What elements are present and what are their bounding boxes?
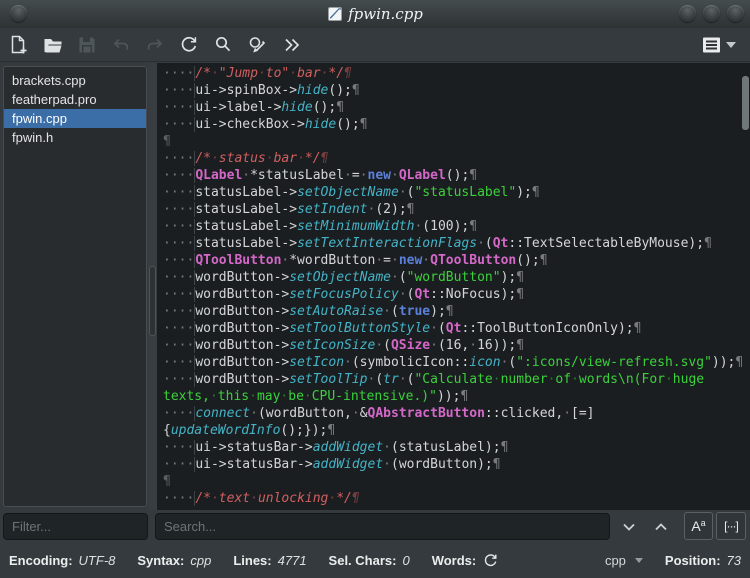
new-document-icon [8, 34, 30, 56]
save-button [74, 32, 100, 58]
file-item[interactable]: fpwin.h [4, 128, 146, 147]
code-line: ····wordButton->setIconSize·(QSize·(16,·… [163, 338, 525, 353]
code-line: ····wordButton->setToolTip·(tr·("Calcula… [163, 372, 705, 387]
code-line: ····/*·text·unlocking·*/¶ [163, 491, 360, 506]
redo-arrow-icon [144, 34, 166, 56]
syntax-combobox[interactable]: cpp [605, 553, 643, 568]
code-line: ····statusLabel->setIndent·(2);¶ [163, 202, 415, 217]
code-line: ····/*·status·bar·*/¶ [163, 151, 329, 166]
search-button[interactable] [210, 32, 236, 58]
window-title: fpwin.cpp [327, 5, 423, 23]
titlebar: fpwin.cpp [0, 0, 750, 28]
undo-button [108, 32, 134, 58]
search-input[interactable] [155, 513, 610, 540]
toolbar [0, 28, 750, 62]
find-replace-button[interactable] [244, 32, 270, 58]
find-previous-button[interactable] [648, 514, 674, 540]
chevron-down-icon [621, 519, 637, 535]
splitter-grip[interactable] [149, 266, 156, 336]
code-line: ····wordButton->setIcon·(symbolicIcon::i… [163, 355, 744, 370]
hamburger-menu-icon [701, 35, 722, 55]
file-item[interactable]: brackets.cpp [4, 71, 146, 90]
code-line: ····ui->statusBar->addWidget·(wordButton… [163, 457, 501, 472]
code-line: ····wordButton->setToolButtonStyle·(Qt::… [163, 321, 642, 336]
status-bar: Encoding: UTF-8 Syntax: cpp Lines: 4771 … [0, 542, 750, 578]
app-icon [327, 6, 343, 22]
code-line: ¶ [163, 474, 171, 489]
code-line: ····ui->statusBar->addWidget·(statusLabe… [163, 440, 509, 455]
code-line: ····statusLabel->setTextInteractionFlags… [163, 236, 712, 251]
splitter-handle[interactable] [148, 63, 157, 510]
selected-chars-status: Sel. Chars: 0 [328, 552, 410, 568]
editor-scrollbar-thumb[interactable] [742, 76, 749, 130]
find-next-button[interactable] [616, 514, 642, 540]
code-line: ····ui->spinBox->hide();¶ [163, 83, 360, 98]
code-line: ····statusLabel->setMinimumWidth·(100);¶ [163, 219, 478, 234]
toolbar-buttons [6, 32, 304, 58]
whole-word-icon: [···] [724, 519, 739, 533]
code-line: texts,·this·may·be·CPU-intensive.)"));¶ [163, 389, 469, 404]
syntax-status: Syntax: cpp [137, 552, 212, 568]
magnifier-icon [212, 34, 234, 56]
open-file-button[interactable] [40, 32, 66, 58]
match-case-button[interactable]: Aa [684, 512, 713, 540]
open-folder-icon [42, 34, 64, 56]
file-item[interactable]: fpwin.cpp [4, 109, 146, 128]
double-chevron-right-icon [280, 34, 302, 56]
reload-button[interactable] [176, 32, 202, 58]
window-close-button[interactable] [727, 5, 744, 22]
window-maximize-button[interactable] [703, 5, 720, 22]
code-line: ····wordButton->setAutoRaise·(true);¶ [163, 304, 454, 319]
code-line: ····QToolButton·*wordButton·=·new·QToolB… [163, 253, 548, 268]
code-line: ····/*·"Jump·to"·bar·*/¶ [163, 66, 352, 81]
refresh-words-button[interactable] [482, 552, 499, 569]
file-list: brackets.cpp featherpad.pro fpwin.cpp fpwin… [3, 66, 147, 507]
code-line: ····statusLabel->setObjectName·("statusL… [163, 185, 540, 200]
words-status: Words: [432, 552, 500, 569]
chevron-down-icon [726, 41, 736, 48]
code-area: ····/*·"Jump·to"·bar·*/¶ ····ui->spinBox-… [157, 63, 750, 507]
file-item[interactable]: featherpad.pro [4, 90, 146, 109]
code-line: ····ui->checkBox->hide();¶ [163, 117, 368, 132]
reload-circular-arrow-icon [178, 34, 200, 56]
redo-button [142, 32, 168, 58]
main-menu-button[interactable] [701, 35, 744, 55]
window-minimize-button[interactable] [679, 5, 696, 22]
code-line: ····connect·(wordButton,·&QAbstractButto… [163, 406, 595, 421]
code-line: ¶ [163, 134, 171, 149]
magnifier-pencil-icon [246, 34, 268, 56]
chevron-down-icon [634, 557, 643, 563]
save-floppy-icon [76, 34, 98, 56]
whole-word-button[interactable]: [···] [716, 512, 746, 540]
code-line: ····ui->label->hide();¶ [163, 100, 345, 115]
main-content: brackets.cpp featherpad.pro fpwin.cpp fpwin… [0, 63, 750, 510]
undo-arrow-icon [110, 34, 132, 56]
search-bar: Aa [···] [0, 510, 750, 542]
new-document-button[interactable] [6, 32, 32, 58]
text-editor[interactable]: ····/*·"Jump·to"·bar·*/¶ ····ui->spinBox-… [157, 63, 750, 510]
encoding-status: Encoding: UTF-8 [9, 552, 116, 568]
code-line: ····wordButton->setObjectName·("wordButt… [163, 270, 525, 285]
code-line: ····wordButton->setFocusPolicy·(Qt::NoFo… [163, 287, 525, 302]
filter-input[interactable] [3, 513, 148, 540]
jump-commands-button[interactable] [278, 32, 304, 58]
chevron-up-icon [653, 519, 669, 535]
position-status: Position: 73 [664, 552, 741, 568]
lines-status: Lines: 4771 [233, 552, 307, 568]
code-line: ····QLabel·*statusLabel·=·new·QLabel();¶ [163, 168, 478, 183]
window-menu-button[interactable] [10, 5, 27, 22]
code-line: {updateWordInfo();});¶ [163, 423, 336, 438]
